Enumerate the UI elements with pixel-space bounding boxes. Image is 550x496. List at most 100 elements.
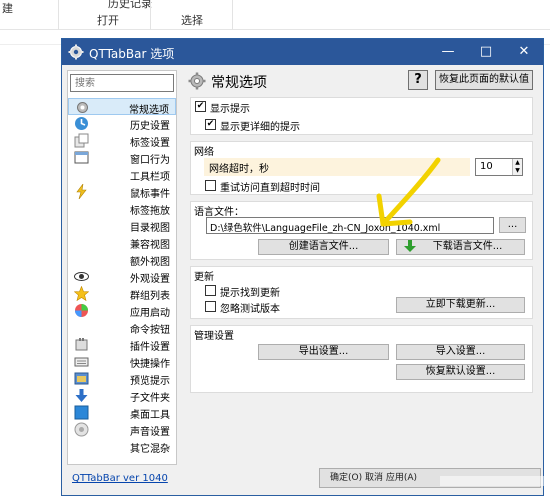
ignore-beta-checkbox[interactable] bbox=[205, 301, 216, 312]
sidebar-item[interactable]: 子文件夹 bbox=[68, 387, 176, 404]
show-detail-checkbox[interactable]: ✔ bbox=[205, 119, 216, 130]
app-icon bbox=[75, 304, 88, 317]
download-update-button[interactable]: 立即下载更新... bbox=[396, 297, 525, 313]
notify-update-label: 提示找到更新 bbox=[220, 288, 280, 299]
title-bar[interactable]: QTTabBar 选项 — □ ✕ bbox=[62, 39, 543, 65]
history-button[interactable]: 历史记录 bbox=[108, 0, 152, 11]
restore-defaults-button[interactable]: 恢复此页面的默认值 bbox=[435, 70, 533, 90]
sidebar-item[interactable]: 外观设置 bbox=[68, 268, 176, 285]
timeout-label: 网络超时，秒 bbox=[209, 164, 269, 175]
gear-icon bbox=[68, 44, 84, 60]
sidebar-item[interactable]: 目录视图 bbox=[68, 217, 176, 234]
sidebar-item[interactable]: 应用启动 bbox=[68, 302, 176, 319]
show-tips-checkbox[interactable]: ✔ bbox=[195, 101, 206, 112]
sidebar-item[interactable]: 其它混杂 bbox=[68, 438, 176, 455]
language-group: 语言文件： D:\绿色软件\LanguageFile_zh-CN_Joxon_1… bbox=[190, 201, 533, 260]
retry-checkbox[interactable] bbox=[205, 180, 216, 191]
desktop-icon bbox=[74, 405, 89, 420]
version-link[interactable]: QTTabBar ver 1040 bbox=[72, 473, 168, 484]
sidebar-item[interactable]: 桌面工具 bbox=[68, 404, 176, 421]
sidebar-item[interactable]: 标签拖放 bbox=[68, 200, 176, 217]
sidebar-item[interactable]: 声音设置 bbox=[68, 421, 176, 438]
update-group-title: 更新 bbox=[194, 272, 214, 283]
browse-button[interactable]: ... bbox=[499, 217, 526, 233]
close-button[interactable]: ✕ bbox=[505, 39, 543, 65]
blank-icon bbox=[74, 235, 89, 250]
options-dialog: QTTabBar 选项 — □ ✕ 常规选项历史设置标签设置窗口行为工具栏项鼠标… bbox=[61, 38, 550, 496]
import-settings-button[interactable]: 导入设置... bbox=[396, 344, 525, 360]
ribbon-separator bbox=[232, 0, 233, 30]
sidebar-item[interactable]: 命令按钮 bbox=[68, 319, 176, 336]
sidebar-item[interactable]: 插件设置 bbox=[68, 336, 176, 353]
sidebar-item-label: 额外视图 bbox=[130, 257, 170, 268]
notify-update-checkbox[interactable] bbox=[205, 285, 216, 296]
show-tips-label: 显示提示 bbox=[210, 104, 250, 115]
spin-down-icon[interactable]: ▼ bbox=[512, 167, 522, 175]
explorer-ribbon: 建 历史记录 打开 选择 bbox=[0, 0, 550, 30]
sidebar-item-label: 工具栏项 bbox=[130, 172, 170, 183]
language-group-title: 语言文件： bbox=[194, 207, 244, 218]
sidebar-item-label: 兼容视图 bbox=[130, 240, 170, 251]
blank-icon bbox=[74, 439, 89, 454]
sidebar-item[interactable]: 鼠标事件 bbox=[68, 183, 176, 200]
maximize-button[interactable]: □ bbox=[467, 39, 505, 65]
arrow-down-icon bbox=[75, 389, 88, 402]
minimize-button[interactable]: — bbox=[429, 39, 467, 65]
blank-icon bbox=[74, 252, 89, 267]
options-content: 常规选项 ? 恢复此页面的默认值 ✔ 显示提示 ✔ 显示更详细的提示 网络 网络… bbox=[185, 67, 540, 472]
sidebar-item[interactable]: 窗口行为 bbox=[68, 149, 176, 166]
reset-settings-button[interactable]: 恢复默认设置... bbox=[396, 364, 525, 380]
sidebar-item-label: 外观设置 bbox=[130, 274, 170, 285]
select-group-label: 选择 bbox=[181, 14, 203, 27]
sidebar-item[interactable]: 额外视图 bbox=[68, 251, 176, 268]
sidebar-item-label: 预览提示 bbox=[130, 376, 170, 387]
eye-icon bbox=[74, 272, 89, 281]
plugin-icon bbox=[75, 338, 88, 351]
sidebar-item-label: 群组列表 bbox=[130, 291, 170, 302]
ribbon-separator bbox=[150, 0, 151, 30]
create-language-button[interactable]: 创建语言文件... bbox=[258, 239, 389, 255]
options-sidebar: 常规选项历史设置标签设置窗口行为工具栏项鼠标事件标签拖放目录视图兼容视图额外视图… bbox=[67, 70, 177, 465]
tabs-icon bbox=[74, 133, 89, 148]
window-icon bbox=[74, 151, 89, 164]
download-language-label: 下载语言文件... bbox=[432, 241, 503, 252]
speaker-icon bbox=[74, 422, 89, 437]
sidebar-item-label: 应用启动 bbox=[130, 308, 170, 319]
sidebar-item[interactable]: 标签设置 bbox=[68, 132, 176, 149]
timeout-stepper[interactable]: 10 ▲ ▼ bbox=[475, 158, 523, 176]
export-settings-button[interactable]: 导出设置... bbox=[258, 344, 389, 360]
sidebar-item-label: 窗口行为 bbox=[130, 155, 170, 166]
clock-icon bbox=[75, 117, 88, 130]
sidebar-item-label: 声音设置 bbox=[130, 427, 170, 438]
dialog-title: QTTabBar 选项 bbox=[89, 47, 175, 61]
sidebar-item[interactable]: 群组列表 bbox=[68, 285, 176, 302]
sidebar-item-label: 命令按钮 bbox=[130, 325, 170, 336]
network-group-title: 网络 bbox=[194, 147, 214, 158]
ribbon-separator bbox=[58, 0, 59, 30]
keyboard-icon bbox=[74, 357, 89, 367]
sidebar-item[interactable]: 常规选项 bbox=[68, 98, 176, 116]
spin-up-icon[interactable]: ▲ bbox=[512, 159, 522, 167]
sidebar-item[interactable]: 历史设置 bbox=[68, 115, 176, 132]
sidebar-item-label: 标签设置 bbox=[130, 138, 170, 149]
lightning-icon bbox=[76, 184, 87, 199]
show-detail-label: 显示更详细的提示 bbox=[220, 122, 300, 133]
sidebar-item[interactable]: 快捷操作 bbox=[68, 353, 176, 370]
open-group-label: 打开 bbox=[97, 14, 119, 27]
gear-icon bbox=[77, 102, 88, 113]
sidebar-item-label: 快捷操作 bbox=[130, 359, 170, 370]
blank-icon bbox=[74, 167, 89, 182]
options-nav-list: 常规选项 历史设置标签设置窗口行为工具栏项 鼠标事件 标签拖放 目录视图兼容视图额外视图… bbox=[68, 98, 176, 455]
page-title: 常规选项 bbox=[211, 75, 267, 91]
sidebar-item[interactable]: 兼容视图 bbox=[68, 234, 176, 251]
search-input[interactable] bbox=[70, 74, 174, 92]
network-group: 网络 网络超时，秒 10 ▲ ▼ 重试访问直到超时时间 bbox=[190, 141, 533, 195]
sidebar-item-label: 桌面工具 bbox=[130, 410, 170, 421]
sidebar-item[interactable]: 工具栏项 bbox=[68, 166, 176, 183]
blank-icon bbox=[74, 201, 89, 216]
ignore-beta-label: 忽略测试版本 bbox=[220, 304, 280, 315]
download-arrow-icon bbox=[404, 240, 416, 252]
language-path-field[interactable]: D:\绿色软件\LanguageFile_zh-CN_Joxon_1040.xm… bbox=[206, 217, 494, 234]
sidebar-item[interactable]: 预览提示 bbox=[68, 370, 176, 387]
help-button[interactable]: ? bbox=[408, 70, 428, 90]
